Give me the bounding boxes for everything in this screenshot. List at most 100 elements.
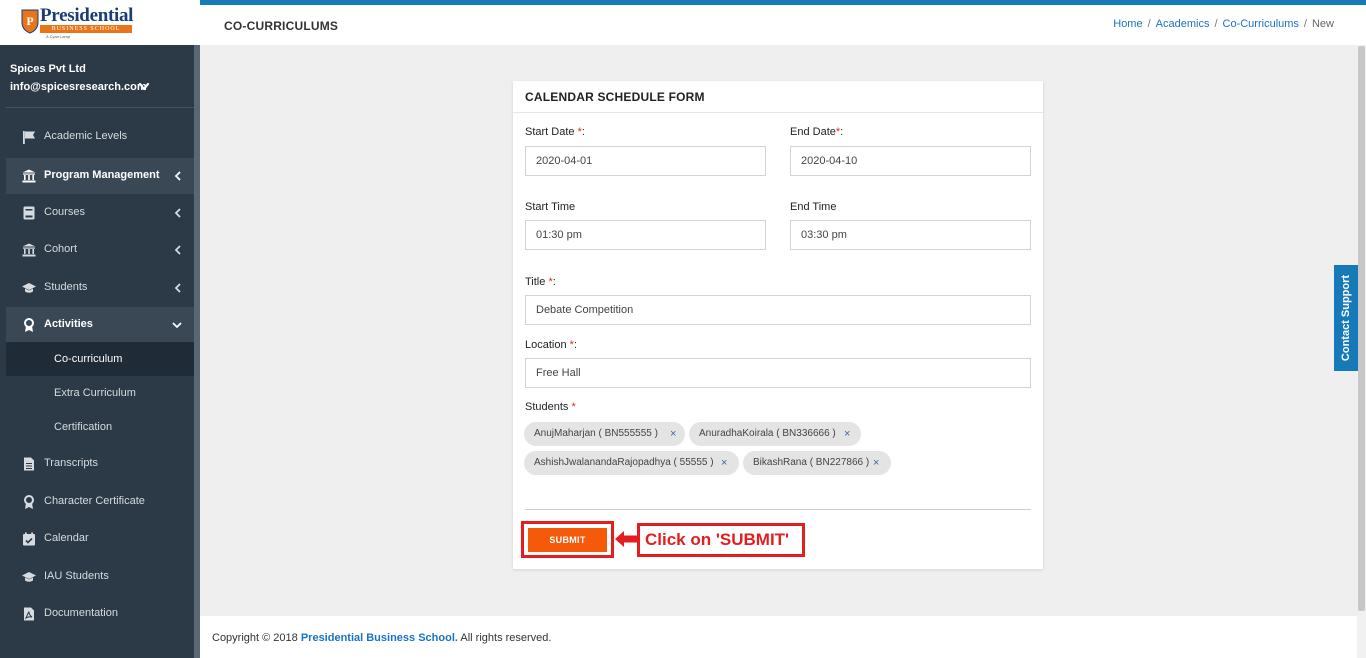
topbar: CO-CURRICULUMS Home / Academics / Co-Curricu… (200, 5, 1366, 45)
sidebar-item-activities[interactable]: Activities (6, 307, 194, 343)
sidebar-item-label: Certification (54, 421, 113, 433)
breadcrumb-co-curriculums[interactable]: Co-Curriculums (1223, 18, 1299, 30)
user-email: info@spicesresearch.com (10, 81, 147, 93)
end-date-input[interactable] (790, 146, 1031, 176)
award-icon (24, 495, 34, 509)
required-marker: * (571, 401, 576, 413)
graduation-cap-icon (22, 572, 36, 582)
logo-tagline: A Cyan Lamp (46, 34, 71, 39)
page-scrollbar-thumb[interactable] (1358, 46, 1365, 611)
sidebar-item-label: Co-curriculum (54, 353, 123, 365)
calendar-schedule-form: CALENDAR SCHEDULE FORM Start Date *: End… (513, 81, 1043, 569)
breadcrumb-current: New (1311, 18, 1334, 30)
end-time-input[interactable] (790, 220, 1031, 250)
remove-icon[interactable]: × (721, 451, 727, 475)
logo-subtitle: BUSINESS SCHOOL (40, 25, 132, 33)
location-input[interactable] (525, 358, 1031, 388)
sidebar-item-label: Program Management (44, 169, 160, 181)
sidebar-item-label: Character Certificate (44, 495, 145, 507)
student-chip-label: BikashRana ( BN227866 ) (753, 457, 870, 468)
chevron-left-icon (174, 171, 181, 181)
user-name: Spices Pvt Ltd (10, 63, 86, 75)
start-time-input[interactable] (525, 220, 766, 250)
form-title: CALENDAR SCHEDULE FORM (525, 90, 705, 104)
sidebar-item-documentation[interactable]: Documentation (6, 596, 194, 632)
sidebar-item-label: Courses (44, 206, 85, 218)
footer-school-link[interactable]: Presidential Business School. (301, 632, 458, 644)
remove-icon[interactable]: × (670, 422, 676, 446)
copyright-text: Copyright © 2018 Presidential Business S… (212, 632, 552, 644)
award-icon (24, 318, 34, 332)
end-time-label: End Time (790, 201, 837, 213)
sidebar-item-students[interactable]: Students (6, 270, 194, 306)
student-chip-label: AnuradhaKoirala ( BN336666 ) (699, 428, 836, 439)
divider (525, 509, 1031, 510)
sidebar-item-label: Transcripts (44, 457, 98, 469)
student-chip: BikashRana ( BN227866 ) × (743, 451, 891, 475)
submit-button[interactable]: SUBMIT (528, 528, 607, 552)
student-chip: AnujMaharjan ( BN555555 ) × (524, 422, 685, 446)
institution-icon (22, 169, 36, 183)
breadcrumb-separator: / (1214, 18, 1218, 30)
breadcrumb-separator: / (1147, 18, 1151, 30)
footer: Copyright © 2018 Presidential Business S… (200, 616, 1357, 658)
breadcrumb: Home / Academics / Co-Curriculums / New (1113, 18, 1334, 30)
breadcrumb-academics[interactable]: Academics (1156, 18, 1210, 30)
title-input[interactable] (525, 295, 1031, 325)
sidebar-item-courses[interactable]: Courses (6, 195, 194, 231)
pdf-document-icon (24, 607, 34, 621)
chevron-down-icon[interactable] (138, 82, 150, 92)
chevron-left-icon (174, 283, 181, 293)
chevron-down-icon (172, 322, 182, 329)
graduation-cap-icon (22, 283, 36, 293)
title-label: Title *: (525, 276, 556, 288)
student-chip: AshishJwalanandaRajopadhya ( 55555 ) × (524, 451, 739, 475)
sidebar-scrollbar[interactable] (194, 45, 200, 658)
chevron-left-icon (174, 208, 181, 218)
divider (513, 112, 1043, 113)
sidebar-item-transcripts[interactable]: Transcripts (6, 446, 194, 482)
logo[interactable]: P Presidential BUSINESS SCHOOL A Cyan La… (0, 0, 200, 45)
sidebar-item-academic-levels[interactable]: Academic Levels (6, 119, 194, 155)
institution-icon (22, 243, 36, 257)
remove-icon[interactable]: × (873, 451, 879, 475)
sidebar-item-character-certificate[interactable]: Character Certificate (6, 484, 194, 520)
student-chip: AnuradhaKoirala ( BN336666 ) × (689, 422, 861, 446)
breadcrumb-home[interactable]: Home (1113, 18, 1142, 30)
sidebar-item-label: Activities (44, 318, 93, 330)
sidebar-item-label: Cohort (44, 243, 78, 255)
svg-text:P: P (26, 14, 33, 28)
remove-icon[interactable]: × (844, 422, 850, 446)
calendar-check-icon (23, 532, 35, 546)
start-date-input[interactable] (525, 146, 766, 176)
annotation-callout: Click on 'SUBMIT' (637, 523, 805, 557)
shield-logo-icon: P (21, 9, 39, 34)
sidebar-item-cohort[interactable]: Cohort (6, 232, 194, 268)
end-date-label: End Date*: (790, 126, 844, 138)
book-icon (23, 206, 35, 220)
start-date-label: Start Date *: (525, 126, 585, 138)
sidebar-item-label: Students (44, 281, 88, 293)
location-label: Location *: (525, 339, 577, 351)
contact-support-label[interactable]: Contact Support (1334, 265, 1358, 371)
sidebar-item-iau-students[interactable]: IAU Students (6, 559, 194, 595)
divider (6, 107, 194, 108)
breadcrumb-separator: / (1303, 18, 1307, 30)
sidebar-subitem-extra-curriculum[interactable]: Extra Curriculum (6, 376, 194, 410)
sidebar-item-calendar[interactable]: Calendar (6, 521, 194, 557)
sidebar-item-label: Extra Curriculum (54, 387, 136, 399)
page-title: CO-CURRICULUMS (224, 19, 339, 33)
sidebar-item-program-management[interactable]: Program Management (6, 158, 194, 194)
flag-icon (23, 131, 35, 144)
student-chip-label: AshishJwalanandaRajopadhya ( 55555 ) (534, 457, 714, 468)
sidebar-item-label: Calendar (44, 532, 89, 544)
sidebar-subitem-certification[interactable]: Certification (6, 410, 194, 444)
chevron-left-icon (174, 245, 181, 255)
sidebar-item-label: Academic Levels (44, 130, 128, 142)
document-icon (24, 457, 34, 471)
sidebar-item-label: IAU Students (44, 570, 109, 582)
start-time-label: Start Time (525, 201, 576, 213)
logo-title: Presidential (40, 5, 134, 26)
sidebar-item-label: Documentation (44, 607, 118, 619)
sidebar-subitem-co-curriculum[interactable]: Co-curriculum (6, 342, 194, 376)
